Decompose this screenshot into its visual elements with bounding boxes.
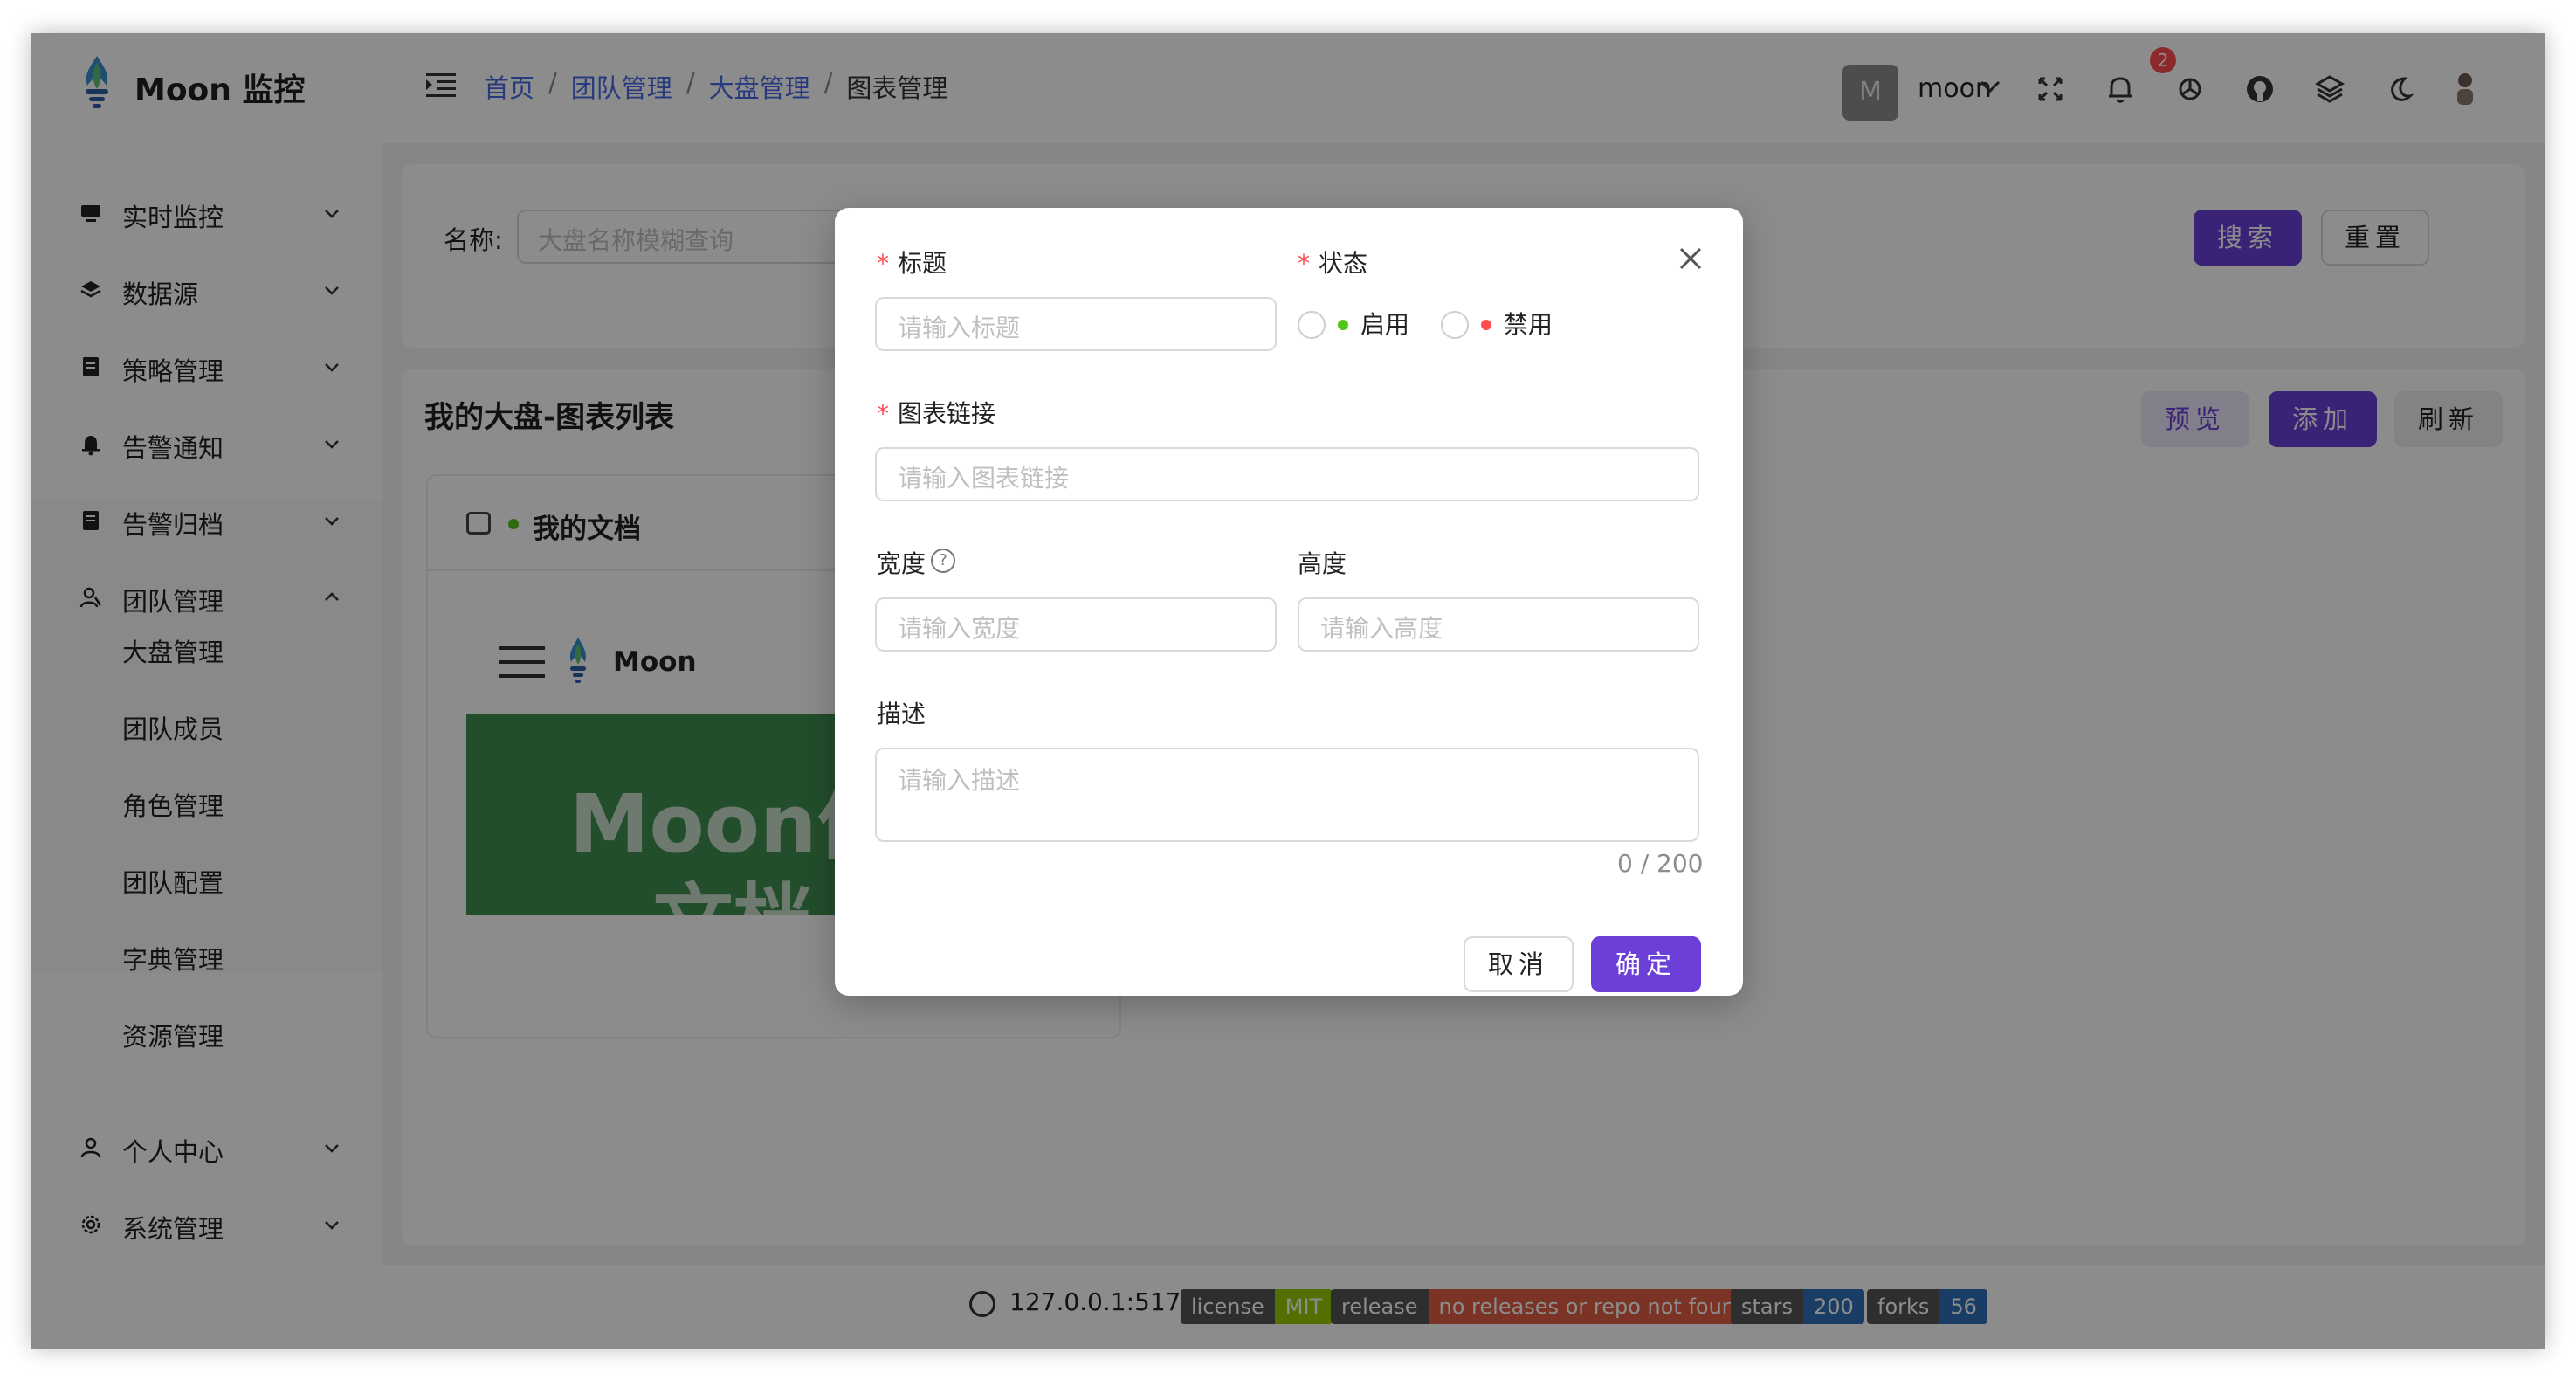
width-input[interactable]: 请输入宽度 bbox=[875, 597, 1277, 652]
description-label: 描述 bbox=[877, 700, 926, 728]
ok-button[interactable]: 确定 bbox=[1591, 936, 1701, 992]
height-label: 高度 bbox=[1298, 549, 1347, 578]
status-enabled-label[interactable]: 启用 bbox=[1360, 306, 1409, 341]
status-disabled-label[interactable]: 禁用 bbox=[1504, 306, 1553, 341]
close-icon[interactable] bbox=[1677, 245, 1705, 273]
cancel-button[interactable]: 取消 bbox=[1464, 936, 1574, 992]
title-input[interactable]: 请输入标题 bbox=[875, 297, 1277, 351]
add-chart-modal: * 标题 请输入标题 * 状态 启用 禁用 * 图表链接 请输入图表链接 宽度 ? 请… bbox=[835, 208, 1743, 996]
chart-link-input[interactable]: 请输入图表链接 bbox=[875, 447, 1699, 501]
height-input[interactable]: 请输入高度 bbox=[1298, 597, 1699, 652]
description-counter: 0 / 200 bbox=[1617, 849, 1704, 878]
status-disabled-radio[interactable] bbox=[1441, 311, 1469, 339]
status-enabled-radio[interactable] bbox=[1298, 311, 1326, 339]
status-dot-enabled bbox=[1338, 320, 1348, 330]
chart-link-label: * 图表链接 bbox=[877, 399, 996, 428]
status-label: * 状态 bbox=[1298, 249, 1368, 278]
title-label: * 标题 bbox=[877, 249, 947, 278]
question-circle-icon[interactable]: ? bbox=[931, 549, 955, 573]
description-textarea[interactable]: 请输入描述 bbox=[875, 748, 1699, 842]
width-label: 宽度 bbox=[877, 549, 926, 578]
status-dot-disabled bbox=[1481, 320, 1491, 330]
app-window: Moon 监控 首页 / 团队管理 / 大盘管理 / 图表管理 M moon 2… bbox=[31, 33, 2545, 1349]
